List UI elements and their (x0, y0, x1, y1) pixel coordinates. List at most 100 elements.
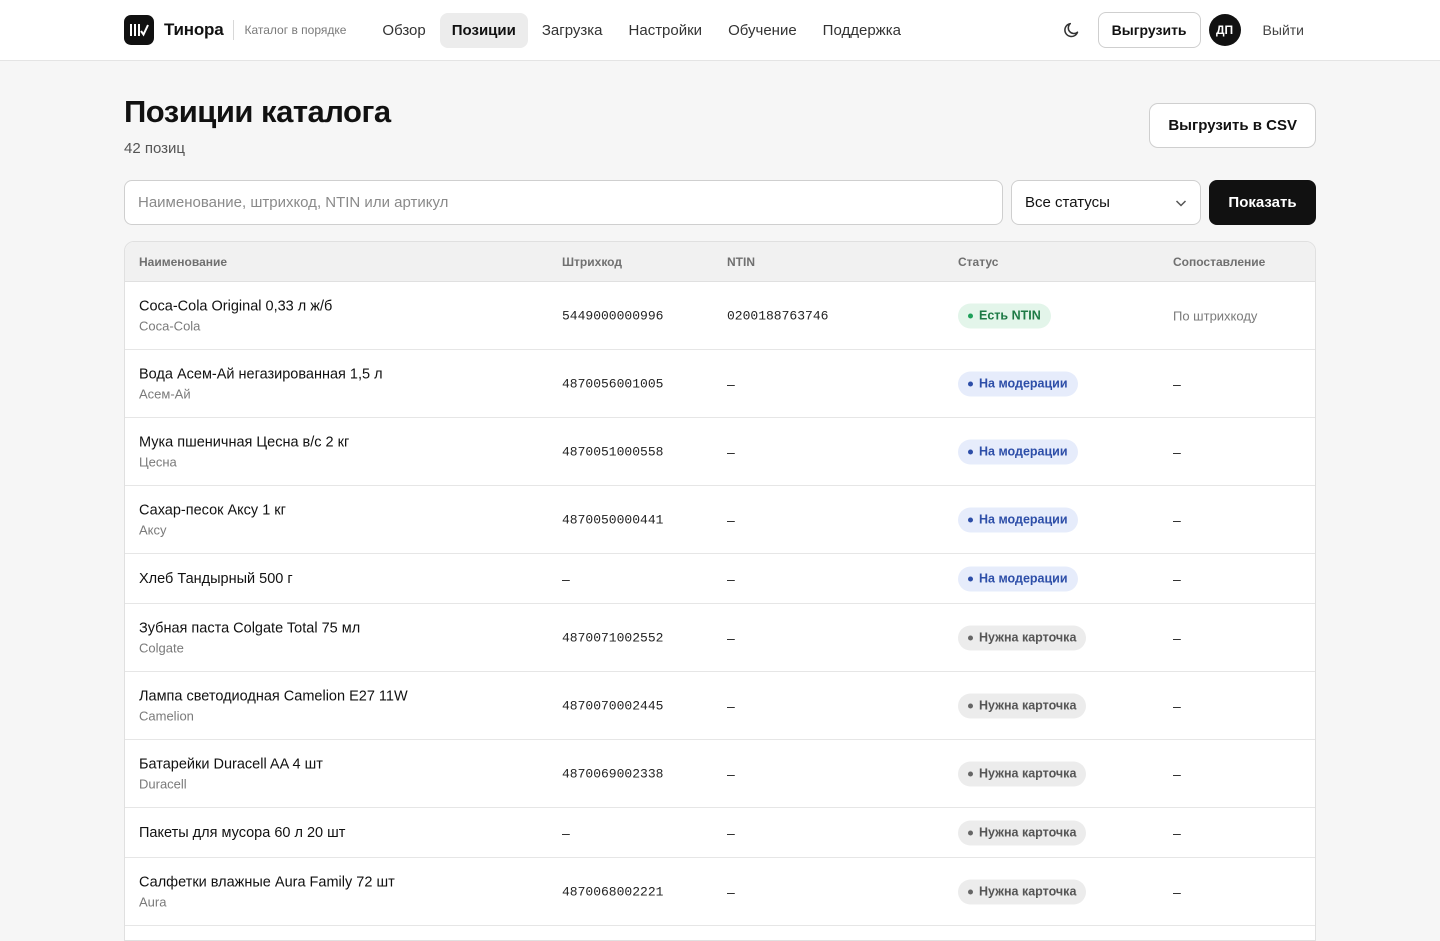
status-cell: Нужна карточка (958, 761, 1087, 786)
match-cell: По штрихкоду (1173, 308, 1258, 323)
status-label: Нужна карточка (979, 825, 1077, 840)
export-button[interactable]: Выгрузить (1097, 12, 1201, 48)
product-cell: Вода Асем-Ай негазированная 1,5 л Асем-Ай (139, 366, 383, 401)
status-cell: Нужна карточка (958, 820, 1087, 845)
header-ntin[interactable]: NTIN (727, 255, 755, 269)
barcode-cell: 4870070002445 (562, 698, 664, 713)
status-cell: Нужна карточка (958, 625, 1087, 650)
status-label: Нужна карточка (979, 698, 1077, 713)
status-badge: На модерации (958, 566, 1078, 591)
match-cell: – (1173, 883, 1181, 900)
header-match[interactable]: Сопоставление (1173, 255, 1265, 269)
status-badge: Есть NTIN (958, 303, 1051, 328)
status-cell: Есть NTIN (958, 303, 1051, 328)
table-row[interactable]: Зубная паста Colgate Total 75 мл Colgate 4… (125, 604, 1315, 672)
status-cell: На модерации (958, 439, 1078, 464)
barcode-cell: 4870071002552 (562, 630, 664, 645)
table-row[interactable]: Вода Асем-Ай негазированная 1,5 л Асем-Ай… (125, 350, 1315, 418)
table-row[interactable]: Мука пшеничная Цесна в/с 2 кг Цесна 487005… (125, 418, 1315, 486)
product-name[interactable]: Сахар-песок Аксу 1 кг (139, 502, 286, 518)
ntin-cell: – (727, 443, 735, 460)
match-cell: – (1173, 375, 1181, 392)
product-name[interactable]: Зубная паста Colgate Total 75 мл (139, 620, 360, 636)
status-badge: Нужна карточка (958, 820, 1087, 845)
status-select[interactable]: Все статусы (1011, 180, 1201, 225)
avatar[interactable]: ДП (1208, 14, 1241, 46)
nav-item-overview[interactable]: Обзор (370, 13, 437, 48)
barcode-cell: – (562, 570, 570, 587)
status-cell: На модерации (958, 507, 1078, 532)
nav-item-support[interactable]: Поддержка (811, 13, 913, 48)
match-cell: – (1173, 824, 1181, 841)
status-dot-icon (968, 703, 973, 708)
product-name[interactable]: Хлеб Тандырный 500 г (139, 571, 293, 587)
header-name[interactable]: Наименование (139, 255, 227, 269)
status-label: На модерации (979, 444, 1068, 459)
status-cell: Нужна карточка (958, 879, 1087, 904)
search-input[interactable] (124, 180, 1003, 225)
nav-item-settings[interactable]: Настройки (617, 13, 715, 48)
table-body: Coca-Cola Original 0,33 л ж/б Coca-Cola 54… (125, 282, 1315, 926)
status-badge: Нужна карточка (958, 761, 1087, 786)
chevron-down-icon (1174, 196, 1188, 214)
table-row[interactable]: Сахар-песок Аксу 1 кг Аксу 4870050000441 – Н… (125, 486, 1315, 554)
status-label: На модерации (979, 376, 1068, 391)
logout-link[interactable]: Выйти (1263, 22, 1304, 38)
page-header: Позиции каталога 42 позиц Выгрузить в CS… (124, 94, 1316, 164)
product-cell: Зубная паста Colgate Total 75 мл Colgate (139, 620, 360, 655)
product-brand: Цесна (139, 454, 177, 469)
table-row[interactable]: Хлеб Тандырный 500 г – – На модерации – (125, 554, 1315, 604)
table-row[interactable]: Батарейки Duracell AA 4 шт Duracell 487006… (125, 740, 1315, 808)
barcode-cell: – (562, 824, 570, 841)
export-csv-button[interactable]: Выгрузить в CSV (1149, 103, 1316, 148)
status-dot-icon (968, 771, 973, 776)
brand-tagline: Каталог в порядке (244, 23, 347, 37)
main-nav: Обзор Позиции Загрузка Настройки Обучени… (370, 12, 915, 48)
product-name[interactable]: Батарейки Duracell AA 4 шт (139, 756, 323, 772)
product-cell: Пакеты для мусора 60 л 20 шт (139, 825, 345, 841)
match-cell: – (1173, 765, 1181, 782)
nav-item-upload[interactable]: Загрузка (530, 13, 615, 48)
table-row[interactable]: Лампа светодиодная Camelion E27 11W Camel… (125, 672, 1315, 740)
table-row[interactable]: Coca-Cola Original 0,33 л ж/б Coca-Cola 54… (125, 282, 1315, 350)
product-name[interactable]: Мука пшеничная Цесна в/с 2 кг (139, 434, 349, 450)
brand-name[interactable]: Тинора (164, 20, 224, 40)
status-label: Нужна карточка (979, 766, 1077, 781)
status-dot-icon (968, 449, 973, 454)
table-row[interactable]: Салфетки влажные Aura Family 72 шт Aura 48… (125, 858, 1315, 926)
status-label: Есть NTIN (979, 308, 1041, 323)
positions-table: Наименование Штрихкод NTIN Статус Сопост… (124, 241, 1316, 941)
ntin-cell: 0200188763746 (727, 308, 829, 323)
match-cell: – (1173, 443, 1181, 460)
status-dot-icon (968, 313, 973, 318)
moon-icon[interactable] (1058, 16, 1086, 44)
show-button[interactable]: Показать (1209, 180, 1316, 225)
status-badge: На модерации (958, 371, 1078, 396)
match-cell: – (1173, 697, 1181, 714)
nav-item-positions[interactable]: Позиции (439, 12, 528, 48)
status-dot-icon (968, 576, 973, 581)
ntin-cell: – (727, 697, 735, 714)
nav-item-learning[interactable]: Обучение (716, 13, 809, 48)
header-status[interactable]: Статус (958, 255, 998, 269)
status-dot-icon (968, 517, 973, 522)
status-dot-icon (968, 635, 973, 640)
ntin-cell: – (727, 375, 735, 392)
ntin-cell: – (727, 570, 735, 587)
product-name[interactable]: Салфетки влажные Aura Family 72 шт (139, 874, 395, 890)
product-name[interactable]: Coca-Cola Original 0,33 л ж/б (139, 298, 332, 314)
product-cell: Батарейки Duracell AA 4 шт Duracell (139, 756, 323, 791)
header-barcode[interactable]: Штрихкод (562, 255, 622, 269)
product-name[interactable]: Вода Асем-Ай негазированная 1,5 л (139, 366, 383, 382)
status-label: Нужна карточка (979, 630, 1077, 645)
status-label: Нужна карточка (979, 884, 1077, 899)
product-name[interactable]: Пакеты для мусора 60 л 20 шт (139, 825, 345, 841)
status-dot-icon (968, 889, 973, 894)
product-brand: Аксу (139, 522, 167, 537)
product-name[interactable]: Лампа светодиодная Camelion E27 11W (139, 688, 408, 704)
status-cell: На модерации (958, 371, 1078, 396)
status-badge: Нужна карточка (958, 625, 1087, 650)
filters-bar: Все статусы Показать (124, 180, 1316, 225)
logo-icon[interactable] (124, 15, 154, 45)
table-row[interactable]: Пакеты для мусора 60 л 20 шт – – Нужна карт… (125, 808, 1315, 858)
